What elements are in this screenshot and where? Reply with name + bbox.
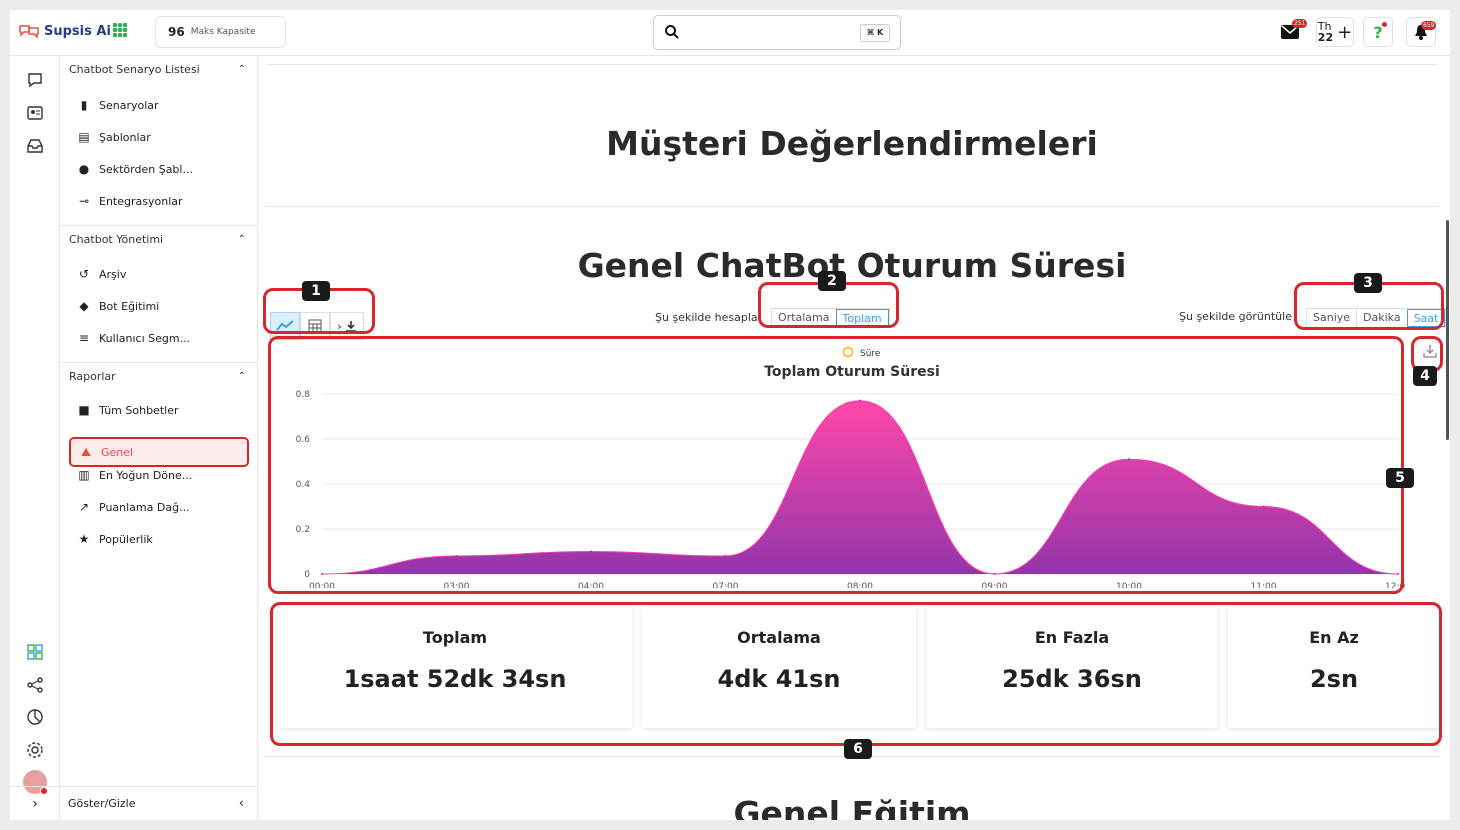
search-bar[interactable]: ⌘ K — [653, 15, 901, 50]
calc-label: Şu şekilde hesapla — [655, 311, 758, 324]
app-logo[interactable]: Supsis Ai — [18, 23, 111, 39]
section-title: Chatbot Yönetimi — [69, 233, 164, 246]
bar-chart-icon: ▥ — [78, 468, 90, 482]
user-menu-button[interactable]: Th 22 + — [1316, 17, 1354, 47]
sidebar-item-sektorden-sablon[interactable]: ● Sektörden Şabl... — [69, 156, 249, 182]
sidebar-item-arsiv[interactable]: ↺ Arşiv — [69, 261, 249, 287]
inbox-icon[interactable] — [25, 136, 45, 156]
sidebar-item-label: Tüm Sohbetler — [99, 403, 179, 417]
section-title: Raporlar — [69, 370, 116, 383]
next-section-title: Genel Eğitim — [733, 794, 971, 820]
scrollbar-thumb[interactable] — [1446, 220, 1449, 440]
sidebar-item-en-yogun-donem[interactable]: ▥ En Yoğun Döne... — [69, 462, 249, 488]
sidebar-item-sablonlar[interactable]: ▤ Şablonlar — [69, 124, 249, 150]
sidebar-item-kullanici-segment[interactable]: ≡ Kullanıcı Segm... — [69, 325, 249, 351]
reports-icon[interactable] — [25, 707, 45, 727]
sidebar-item-senaryolar[interactable]: ▮ Senaryolar — [69, 92, 249, 118]
contacts-icon[interactable] — [25, 103, 45, 123]
chevron-left-icon: ‹ — [238, 796, 244, 811]
section-header-reports[interactable]: Raporlar ⌃ — [60, 362, 258, 390]
sidebar-item-label: Genel — [101, 445, 134, 459]
icon-rail: › — [10, 56, 60, 820]
callout-number-4: 4 — [1413, 366, 1437, 386]
mail-button[interactable]: 251 — [1278, 17, 1308, 47]
callout-number-3: 3 — [1354, 273, 1382, 293]
share-icon[interactable] — [25, 675, 45, 695]
chatbot-icon[interactable] — [25, 70, 45, 90]
sidebar-item-label: Senaryolar — [99, 98, 159, 112]
chart-icon: ⛰ — [80, 444, 92, 459]
divider — [266, 64, 1438, 65]
divider — [266, 206, 1438, 207]
section-header-chatbot-management[interactable]: Chatbot Yönetimi ⌃ — [60, 225, 258, 253]
apps-grid-icon[interactable] — [113, 23, 127, 37]
book-icon: ▮ — [80, 98, 88, 112]
view-label: Şu şekilde görüntüle — [1179, 310, 1292, 323]
sidebar: Chatbot Senaryo Listesi ⌃ ▮ Senaryolar ▤ Şa… — [60, 56, 258, 820]
section-header-chatbot-scenario[interactable]: Chatbot Senaryo Listesi ⌃ — [60, 56, 258, 84]
graduation-cap-icon: ◆ — [79, 299, 89, 313]
mail-badge: 251 — [1292, 19, 1308, 28]
app-name: Supsis Ai — [44, 23, 111, 39]
sidebar-item-label: Popülerlik — [99, 532, 153, 546]
search-shortcut: ⌘ K — [860, 24, 890, 42]
chevron-up-icon: ⌃ — [237, 234, 246, 245]
template-icon: ▤ — [78, 130, 90, 144]
sidebar-item-label: En Yoğun Döne... — [99, 468, 193, 482]
sidebar-item-label: Bot Eğitimi — [99, 299, 160, 313]
sidebar-item-entegrasyonlar[interactable]: ⊸ Entegrasyonlar — [69, 188, 249, 214]
sidebar-item-label: Entegrasyonlar — [99, 194, 183, 208]
sidebar-item-puanlama-dagilimi[interactable]: ↗ Puanlama Dağ... — [69, 494, 249, 520]
callout-box-6 — [270, 602, 1442, 746]
chat-icon: ■ — [78, 403, 90, 417]
bulb-icon: ● — [78, 162, 90, 176]
list-icon: ≡ — [78, 331, 90, 345]
callout-number-6: 6 — [844, 739, 872, 759]
section-title: Chatbot Senaryo Listesi — [69, 63, 200, 76]
dashboard-icon[interactable] — [25, 642, 45, 662]
main-content: Müşteri Değerlendirmeleri Genel ChatBot … — [263, 56, 1450, 820]
trend-icon: ↗ — [78, 500, 90, 514]
sidebar-item-bot-egitimi[interactable]: ◆ Bot Eğitimi — [69, 293, 249, 319]
capacity-box[interactable]: 96 Maks Kapasite — [155, 16, 286, 48]
app-window: Supsis Ai 96 Maks Kapasite ⌘ K 251 Th 22… — [10, 10, 1450, 820]
plus-icon: + — [1337, 21, 1353, 43]
chevron-up-icon: ⌃ — [237, 371, 246, 382]
page-title: Müşteri Değerlendirmeleri — [606, 124, 1098, 163]
capacity-label: Maks Kapasite — [190, 27, 256, 37]
top-bar: Supsis Ai 96 Maks Kapasite ⌘ K 251 Th 22… — [10, 10, 1450, 56]
help-button[interactable]: ? — [1363, 17, 1393, 47]
logo-icon — [19, 25, 39, 39]
sidebar-item-label: Puanlama Dağ... — [99, 500, 190, 514]
sidebar-item-label: Şablonlar — [99, 130, 151, 144]
sidebar-item-label: Sektörden Şabl... — [99, 162, 193, 176]
expand-rail-icon[interactable]: › — [10, 786, 60, 820]
sidebar-item-populerlik[interactable]: ★ Popülerlik — [69, 526, 249, 552]
sidebar-toggle-label: Göster/Gizle — [68, 797, 136, 810]
callout-number-2: 2 — [818, 271, 846, 291]
notifications-badge: 659 — [1421, 21, 1437, 30]
star-icon: ★ — [78, 532, 90, 546]
callout-number-5: 5 — [1386, 468, 1414, 488]
history-icon: ↺ — [78, 267, 90, 281]
callout-number-1: 1 — [302, 281, 330, 301]
key-icon: ⊸ — [78, 194, 90, 208]
sidebar-toggle[interactable]: Göster/Gizle ‹ — [60, 786, 258, 820]
search-icon — [665, 25, 679, 39]
notifications-button[interactable]: 659 — [1406, 17, 1437, 47]
section-title: Genel ChatBot Oturum Süresi — [577, 246, 1127, 285]
chevron-up-icon: ⌃ — [237, 64, 246, 75]
sidebar-item-label: Arşiv — [99, 267, 127, 281]
settings-icon[interactable] — [25, 740, 45, 760]
capacity-value: 96 — [168, 25, 185, 39]
callout-box-5 — [268, 336, 1404, 594]
sidebar-item-tum-sohbetler[interactable]: ■ Tüm Sohbetler — [69, 397, 249, 423]
user-number: 22 — [1317, 31, 1334, 44]
sidebar-item-label: Kullanıcı Segm... — [99, 331, 191, 345]
